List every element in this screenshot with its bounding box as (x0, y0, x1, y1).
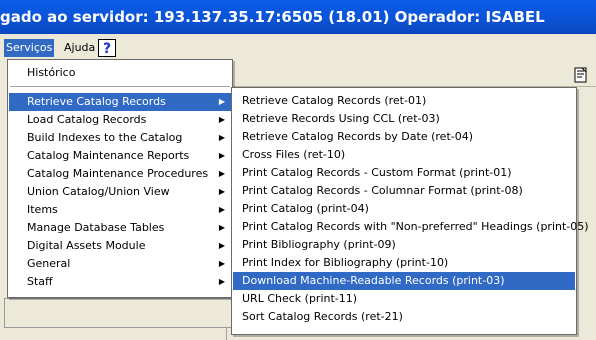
submenu-item-print-05[interactable]: Print Catalog Records with "Non-preferre… (233, 218, 589, 236)
submenu-item-label: URL Check (print-11) (242, 292, 358, 305)
menu-item-historico[interactable]: Histórico (9, 64, 231, 82)
submenu-item-ret-03[interactable]: Retrieve Records Using CCL (ret-03) (233, 110, 575, 128)
submenu-arrow-icon: ▶ (218, 133, 225, 142)
submenu-item-label: Print Bibliography (print-09) (242, 238, 396, 251)
submenu-item-print-10[interactable]: Print Index for Bibliography (print-10) (233, 254, 575, 272)
menu-item-digital-assets[interactable]: Digital Assets Module ▶ (9, 237, 231, 255)
submenu-item-label: Cross Files (ret-10) (242, 148, 346, 161)
submenu-item-label: Download Machine-Readable Records (print… (242, 274, 505, 287)
submenu-arrow-icon: ▶ (218, 205, 225, 214)
submenu-item-print-11[interactable]: URL Check (print-11) (233, 290, 575, 308)
menu-item-label: Histórico (27, 66, 76, 79)
menu-item-label: Staff (27, 275, 53, 288)
submenu-arrow-icon: ▶ (218, 241, 225, 250)
menu-item-label: Items (27, 203, 58, 216)
menu-item-label: Catalog Maintenance Reports (27, 149, 190, 162)
submenu-item-print-08[interactable]: Print Catalog Records - Columnar Format … (233, 182, 575, 200)
submenu-item-label: Print Catalog Records with "Non-preferre… (242, 220, 589, 233)
submenu-arrow-icon: ▶ (218, 151, 225, 160)
menu-item-items[interactable]: Items ▶ (9, 201, 231, 219)
submenu-item-label: Sort Catalog Records (ret-21) (242, 310, 403, 323)
submenu-arrow-icon: ▶ (218, 259, 225, 268)
submenu-item-print-03[interactable]: Download Machine-Readable Records (print… (233, 272, 575, 290)
menu-item-catalog-maintenance-reports[interactable]: Catalog Maintenance Reports ▶ (9, 147, 231, 165)
menu-item-label: Union Catalog/Union View (27, 185, 170, 198)
menu-item-label: Build Indexes to the Catalog (27, 131, 183, 144)
submenu-item-label: Retrieve Catalog Records by Date (ret-04… (242, 130, 474, 143)
menu-item-general[interactable]: General ▶ (9, 255, 231, 273)
submenu-item-print-09[interactable]: Print Bibliography (print-09) (233, 236, 575, 254)
submenu-arrow-icon: ▶ (218, 115, 225, 124)
menu-item-label: Retrieve Catalog Records (27, 95, 166, 108)
menu-ajuda[interactable]: Ajuda (62, 39, 97, 57)
submenu-item-label: Print Catalog Records - Columnar Format … (242, 184, 523, 197)
submenu-item-print-04[interactable]: Print Catalog (print-04) (233, 200, 575, 218)
submenu-item-ret-21[interactable]: Sort Catalog Records (ret-21) (233, 308, 575, 326)
submenu-item-print-01[interactable]: Print Catalog Records - Custom Format (p… (233, 164, 575, 182)
menu-item-load-catalog-records[interactable]: Load Catalog Records ▶ (9, 111, 231, 129)
menu-item-label: General (27, 257, 71, 270)
menu-separator (10, 86, 230, 87)
submenu-arrow-icon: ▶ (218, 223, 225, 232)
submenu-item-label: Print Catalog Records - Custom Format (p… (242, 166, 512, 179)
submenu-item-ret-01[interactable]: Retrieve Catalog Records (ret-01) (233, 92, 575, 110)
submenu-item-ret-04[interactable]: Retrieve Catalog Records by Date (ret-04… (233, 128, 575, 146)
window-title: gado ao servidor: 193.137.35.17:6505 (18… (0, 8, 545, 26)
menu-item-label: Load Catalog Records (27, 113, 147, 126)
document-icon[interactable] (574, 67, 588, 83)
menu-item-build-indexes[interactable]: Build Indexes to the Catalog ▶ (9, 129, 231, 147)
menu-item-label: Catalog Maintenance Procedures (27, 167, 209, 180)
help-icon[interactable]: ? (98, 39, 116, 57)
submenu-item-label: Print Index for Bibliography (print-10) (242, 256, 449, 269)
window-title-bar: gado ao servidor: 193.137.35.17:6505 (18… (0, 0, 596, 34)
menu-item-manage-database-tables[interactable]: Manage Database Tables ▶ (9, 219, 231, 237)
menu-bar: Serviços Ajuda (0, 38, 596, 58)
menu-item-union-catalog[interactable]: Union Catalog/Union View ▶ (9, 183, 231, 201)
services-menu: Histórico Retrieve Catalog Records ▶ Loa… (7, 59, 233, 298)
submenu-item-ret-10[interactable]: Cross Files (ret-10) (233, 146, 575, 164)
submenu-arrow-icon: ▶ (218, 169, 225, 178)
submenu-arrow-icon: ▶ (218, 187, 225, 196)
status-frame (4, 298, 242, 328)
menu-item-retrieve-catalog-records[interactable]: Retrieve Catalog Records ▶ (9, 93, 231, 111)
menu-item-label: Digital Assets Module (27, 239, 146, 252)
submenu-item-label: Retrieve Records Using CCL (ret-03) (242, 112, 440, 125)
menu-item-catalog-maintenance-procedures[interactable]: Catalog Maintenance Procedures ▶ (9, 165, 231, 183)
submenu-arrow-icon: ▶ (218, 277, 225, 286)
menu-item-staff[interactable]: Staff ▶ (9, 273, 231, 291)
submenu-arrow-icon: ▶ (218, 97, 225, 106)
menu-item-label: Manage Database Tables (27, 221, 165, 234)
submenu-item-label: Print Catalog (print-04) (242, 202, 369, 215)
menu-servicos[interactable]: Serviços (4, 39, 55, 57)
retrieve-submenu: Retrieve Catalog Records (ret-01) Retrie… (231, 87, 589, 335)
submenu-item-label: Retrieve Catalog Records (ret-01) (242, 94, 427, 107)
panel-toolbar (226, 64, 596, 87)
